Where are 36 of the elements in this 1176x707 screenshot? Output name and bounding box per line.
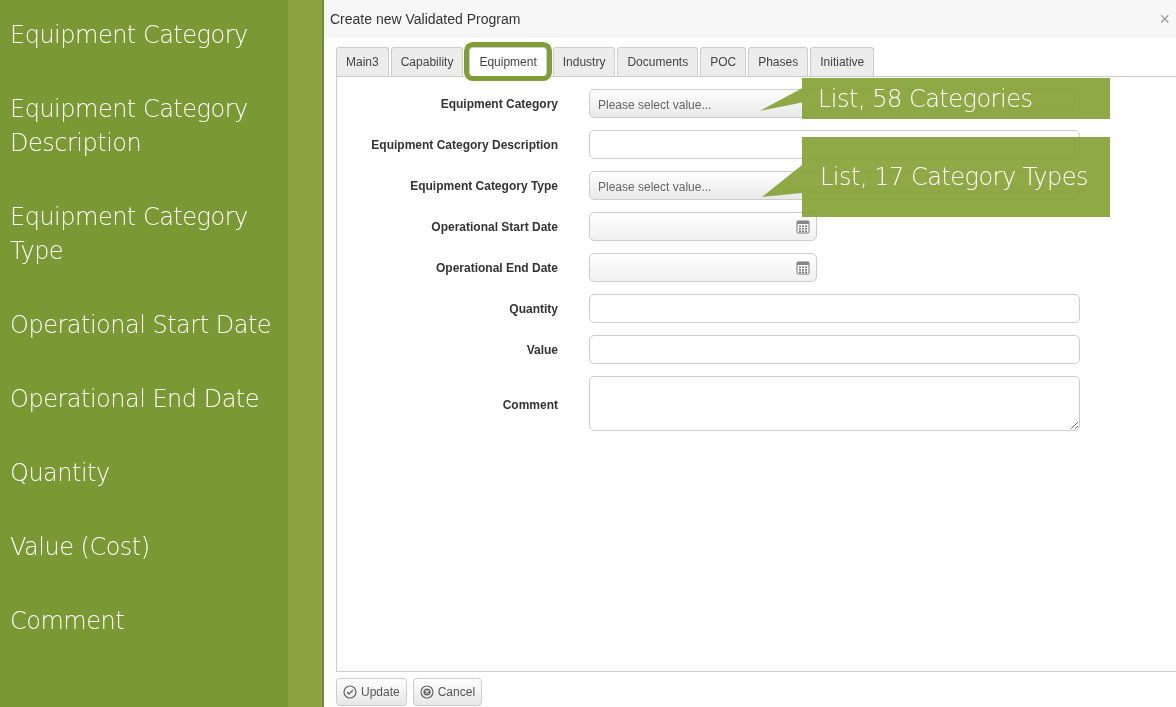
annotation-label: Value (Cost) (10, 532, 151, 563)
callout-tooltip: List, 17 Category Types (762, 137, 1110, 217)
dialog-title: Create new Validated Program (330, 9, 521, 29)
date-field[interactable] (589, 253, 817, 282)
annotation-label: Operational Start Date (10, 310, 272, 341)
annotation-label: Equipment Category Description (10, 94, 249, 159)
calendar-icon[interactable] (796, 219, 810, 234)
field-label: Equipment Category Type (409, 177, 559, 195)
cancel-button[interactable]: Cancel (412, 678, 483, 706)
input-field[interactable] (589, 294, 1080, 323)
tab[interactable]: Phases (748, 47, 809, 76)
annotation-label: Quantity (10, 458, 111, 489)
tab[interactable]: POC (700, 47, 747, 76)
cancel-circle-icon (419, 685, 434, 699)
annotation-label: Equipment Category (10, 20, 249, 51)
update-button[interactable]: Update (336, 678, 407, 706)
annotation-label: Operational End Date (10, 384, 261, 415)
tab[interactable]: Initiative (810, 47, 875, 76)
field-label: Operational Start Date (430, 218, 559, 236)
annotation-label: Equipment Category Type (10, 202, 249, 267)
comment-field[interactable] (589, 376, 1080, 431)
field-label: Value (525, 341, 559, 359)
check-circle-icon (343, 685, 357, 699)
field-label: Operational End Date (434, 259, 559, 277)
calendar-icon[interactable] (796, 260, 810, 275)
tab[interactable]: Documents (617, 47, 699, 76)
tab[interactable]: Capability (390, 47, 464, 76)
field-label: Equipment Category Description (370, 136, 559, 154)
annotation-label: Comment (10, 606, 126, 637)
date-field[interactable] (589, 212, 817, 241)
tab[interactable]: Main3 (336, 47, 389, 76)
tab[interactable]: Industry (552, 47, 616, 76)
field-label: Comment (501, 397, 559, 414)
field-label: Quantity (508, 300, 559, 318)
field-label: Equipment Category (439, 95, 559, 113)
input-field[interactable] (589, 335, 1080, 364)
